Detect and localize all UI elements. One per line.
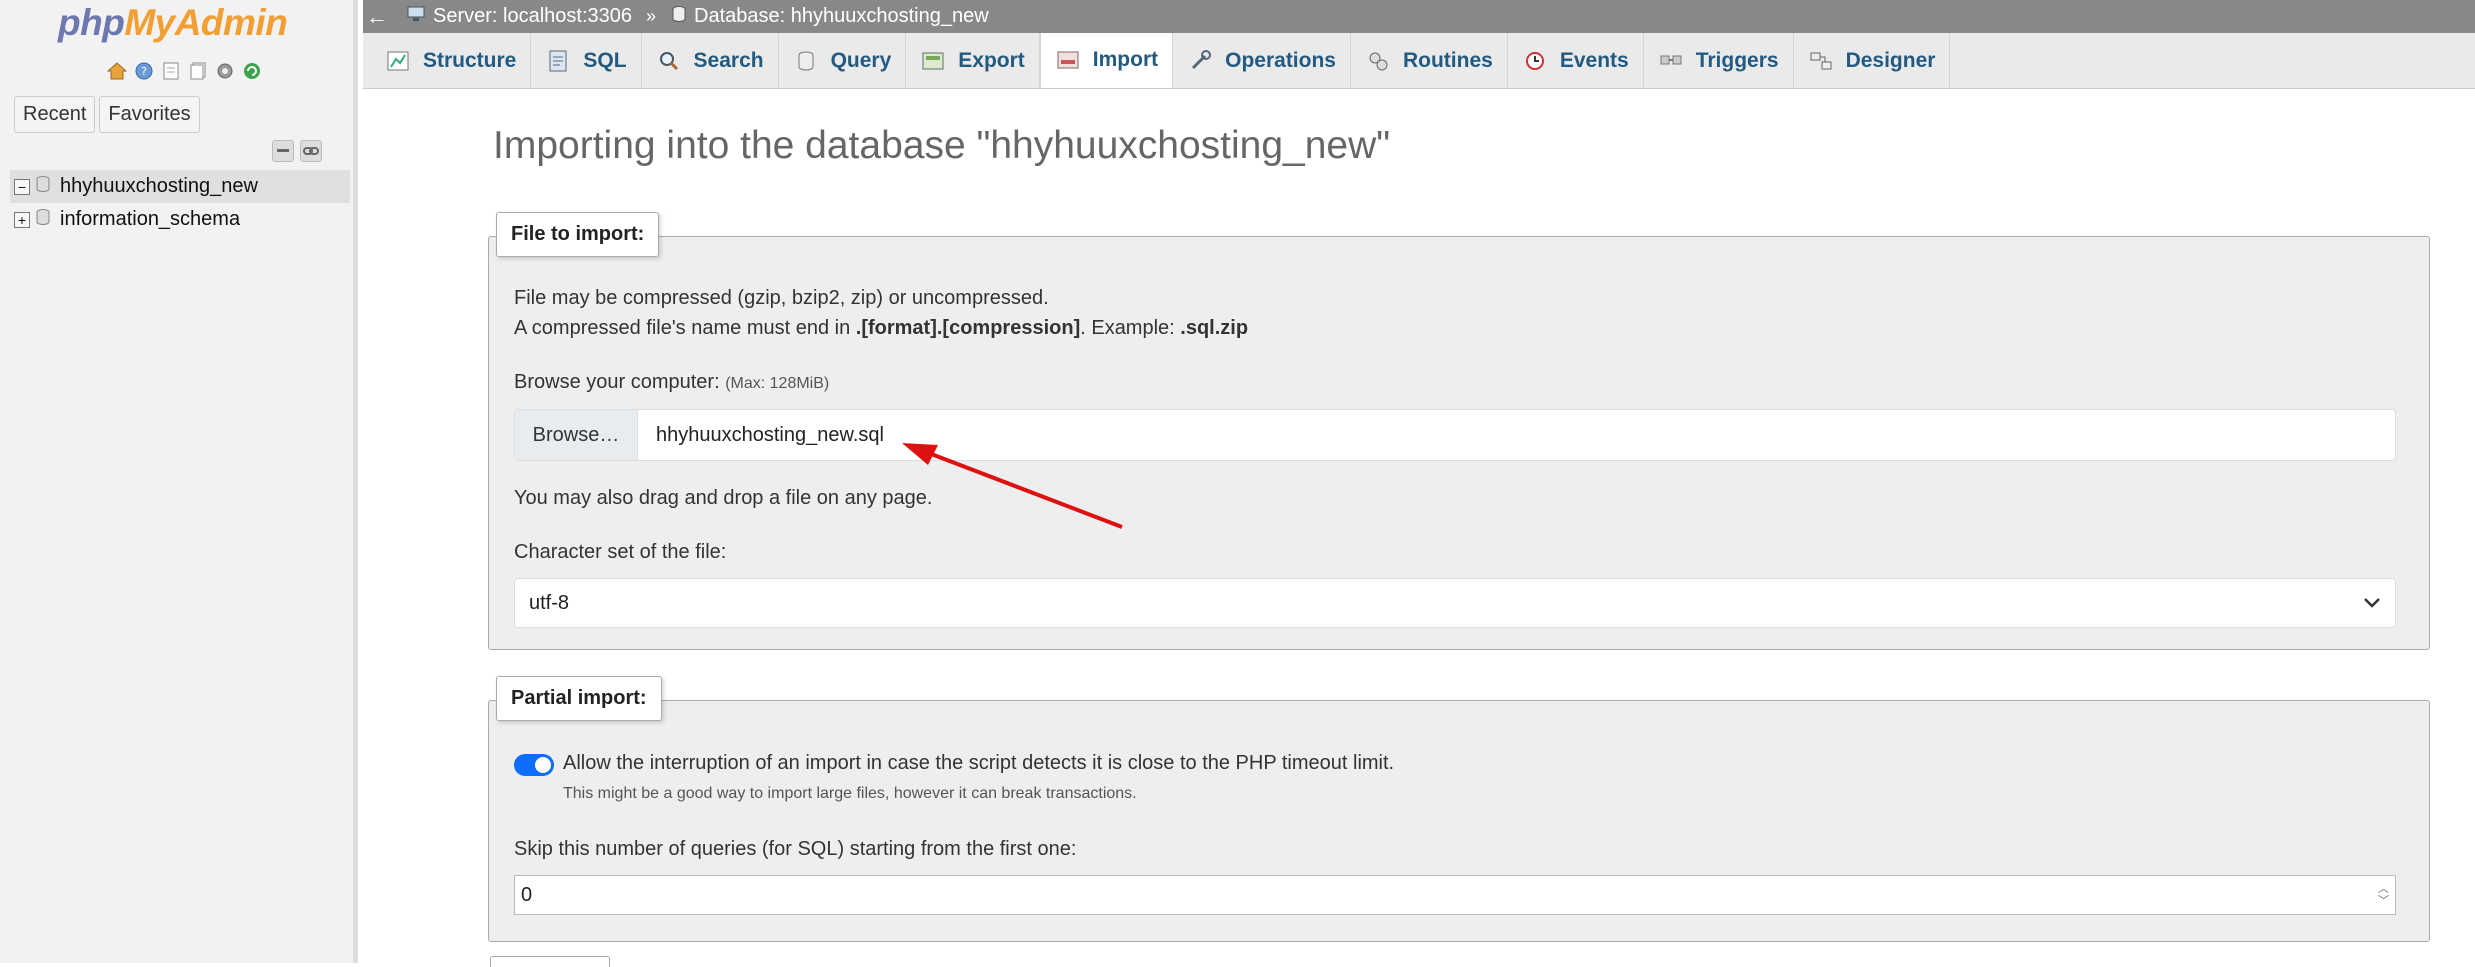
- breadcrumb-server[interactable]: Server: localhost:3306: [407, 5, 632, 28]
- tab-label: Designer: [1845, 48, 1936, 72]
- database-icon: [36, 175, 50, 198]
- db-item-hhyhuuxchosting-new[interactable]: − hhyhuuxchosting_new: [10, 170, 350, 203]
- format-pattern: .[format].[compression]: [855, 317, 1081, 339]
- navigation-panel: phpMyAdmin ? Recent Favorites − hhyhuuxc…: [0, 0, 358, 963]
- tab-sql[interactable]: SQL: [531, 33, 642, 88]
- tab-label: Query: [830, 48, 892, 72]
- copy-icon[interactable]: [187, 60, 209, 82]
- expand-icon[interactable]: +: [14, 211, 30, 228]
- file-input[interactable]: Browse… hhyhuuxchosting_new.sql: [514, 409, 2396, 461]
- file-to-import-legend: File to import:: [496, 212, 660, 257]
- tab-label: Export: [958, 48, 1025, 72]
- tab-label: Search: [693, 48, 764, 72]
- logout-icon[interactable]: ?: [133, 60, 155, 82]
- collapse-all-icon[interactable]: [272, 140, 294, 162]
- favorites-tab[interactable]: Favorites: [99, 96, 200, 133]
- charset-label: Character set of the file:: [514, 541, 727, 563]
- partial-import-legend: Partial import:: [496, 676, 662, 721]
- breadcrumb-server-label[interactable]: Server: localhost:3306: [433, 5, 632, 28]
- tab-label: Import: [1092, 48, 1159, 71]
- charset-select[interactable]: utf-8: [514, 578, 2396, 628]
- operations-icon: [1187, 49, 1213, 73]
- tab-export[interactable]: Export: [906, 33, 1040, 88]
- skip-queries-input[interactable]: 0 ︿ ﹀: [514, 875, 2396, 915]
- database-icon: [672, 5, 686, 28]
- collapse-icon[interactable]: −: [14, 178, 30, 195]
- tab-designer[interactable]: Designer: [1794, 33, 1951, 88]
- file-to-import-section: File to import: File may be compressed (…: [488, 212, 2430, 650]
- breadcrumb-separator: »: [646, 6, 657, 26]
- designer-icon: [1808, 49, 1834, 73]
- browse-label: Browse your computer: (Max: 128MiB): [514, 371, 829, 394]
- link-icon[interactable]: [300, 140, 322, 162]
- sql-icon: [545, 49, 571, 73]
- quick-links: ?: [106, 60, 263, 82]
- db-name[interactable]: hhyhuuxchosting_new: [60, 175, 258, 198]
- server-icon: [407, 5, 425, 28]
- tab-label: SQL: [583, 48, 627, 72]
- chevron-down-icon: [2363, 592, 2381, 615]
- recent-tab[interactable]: Recent: [14, 96, 96, 133]
- selected-file-name[interactable]: hhyhuuxchosting_new.sql: [638, 410, 884, 460]
- home-icon[interactable]: [106, 60, 128, 82]
- tab-label: Routines: [1402, 48, 1493, 72]
- skip-queries-value: 0: [521, 883, 533, 906]
- routines-icon: [1365, 49, 1391, 73]
- query-icon: [793, 49, 819, 73]
- browse-label-text: Browse your computer:: [514, 371, 720, 393]
- main-panel: ← Server: localhost:3306 » Database: hhy…: [363, 0, 2475, 967]
- format-example: .sql.zip: [1180, 317, 1249, 339]
- tab-label: Structure: [423, 48, 517, 72]
- allow-interrupt-toggle[interactable]: [514, 754, 554, 776]
- tab-import[interactable]: Import: [1039, 33, 1174, 88]
- database-tabs: Structure SQL Search Query Export Import…: [363, 33, 2475, 89]
- max-upload-size: (Max: 128MiB): [725, 375, 830, 392]
- tab-label: Events: [1559, 48, 1629, 72]
- page-title: Importing into the database "hhyhuuxchos…: [493, 124, 1391, 167]
- breadcrumb-database-label[interactable]: Database: hhyhuuxchosting_new: [694, 5, 989, 28]
- partial-import-section: Partial import: Allow the interruption o…: [488, 676, 2430, 942]
- db-item-information-schema[interactable]: + information_schema: [10, 203, 350, 236]
- allow-interrupt-label[interactable]: Allow the interruption of an import in c…: [563, 752, 1394, 775]
- export-icon: [920, 49, 946, 73]
- back-arrow-icon[interactable]: ←: [363, 4, 391, 30]
- svg-text:?: ?: [141, 65, 147, 78]
- import-icon: [1055, 48, 1081, 72]
- tab-search[interactable]: Search: [642, 33, 779, 88]
- events-icon: [1522, 49, 1548, 73]
- recent-favorites-tabs: Recent Favorites: [14, 96, 200, 133]
- database-tree: − hhyhuuxchosting_new + information_sche…: [10, 170, 350, 236]
- triggers-icon: [1658, 49, 1684, 73]
- breadcrumb: ← Server: localhost:3306 » Database: hhy…: [363, 0, 2475, 33]
- next-section-legend: [490, 956, 610, 967]
- tab-label: Triggers: [1695, 48, 1779, 72]
- tab-operations[interactable]: Operations: [1173, 33, 1351, 88]
- phpmyadmin-logo[interactable]: phpMyAdmin: [58, 2, 288, 44]
- browse-button[interactable]: Browse…: [515, 410, 638, 460]
- tab-query[interactable]: Query: [779, 33, 907, 88]
- tab-events[interactable]: Events: [1508, 33, 1644, 88]
- skip-queries-label: Skip this number of queries (for SQL) st…: [514, 838, 1077, 860]
- reload-icon[interactable]: [241, 60, 263, 82]
- tab-structure[interactable]: Structure: [371, 33, 532, 88]
- tab-label: Operations: [1225, 48, 1336, 72]
- charset-selected-value: utf-8: [529, 591, 570, 614]
- compression-format-note: A compressed file's name must end in .[f…: [514, 317, 1248, 340]
- format-note-middle: . Example:: [1080, 317, 1181, 339]
- structure-icon: [385, 49, 411, 73]
- tree-controls: [272, 140, 322, 162]
- drag-drop-note: You may also drag and drop a file on any…: [514, 487, 933, 509]
- tab-triggers[interactable]: Triggers: [1644, 33, 1794, 88]
- settings-icon[interactable]: [214, 60, 236, 82]
- db-name[interactable]: information_schema: [60, 208, 240, 231]
- search-icon: [656, 49, 682, 73]
- breadcrumb-database[interactable]: Database: hhyhuuxchosting_new: [672, 5, 989, 28]
- tab-routines[interactable]: Routines: [1351, 33, 1508, 88]
- format-note-prefix: A compressed file's name must end in: [514, 317, 856, 339]
- compression-note: File may be compressed (gzip, bzip2, zip…: [514, 287, 1049, 309]
- number-spinner-icon[interactable]: ︿ ﹀: [2378, 883, 2389, 907]
- database-icon: [36, 208, 50, 231]
- allow-interrupt-hint: This might be a good way to import large…: [563, 785, 1137, 802]
- docs-icon[interactable]: [160, 60, 182, 82]
